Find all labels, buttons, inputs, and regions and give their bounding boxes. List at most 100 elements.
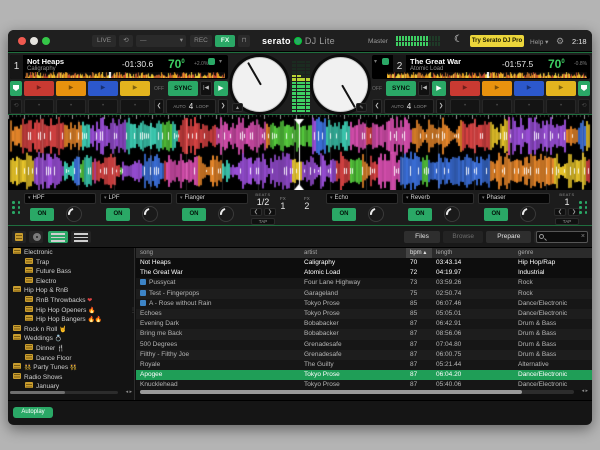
window-minimize-button[interactable] — [30, 37, 38, 45]
deck1-empty-cue-slot-1[interactable]: • — [24, 99, 54, 114]
deck1-options-caret[interactable]: ▾ — [219, 58, 222, 65]
crate-hip-hop-rnb[interactable]: Hip Hop & RnB — [8, 286, 134, 296]
table-row[interactable]: ApogeeTokyo Prose8706:04.20Dance/Electro… — [136, 370, 592, 380]
crate-dinner-[interactable]: Dinner 🍴 — [8, 344, 134, 354]
fx1-on-button-2[interactable]: ON — [106, 208, 130, 221]
deck2-track-overview[interactable] — [387, 72, 587, 78]
fx1-effect-select-1[interactable]: ▾HPF — [24, 193, 96, 204]
deck1-empty-cue-slot-4[interactable]: • — [120, 99, 150, 114]
fx2-on-button-1[interactable]: ON — [332, 208, 356, 221]
fx1-grip-icon[interactable] — [12, 201, 21, 214]
window-close-button[interactable] — [18, 37, 26, 45]
sidebar-scroll-arrows[interactable]: ◂ ▸ — [126, 389, 132, 395]
table-row[interactable]: PussycatFour Lane Highway7303:59.26Rock — [136, 278, 592, 288]
device-dropdown[interactable]: — ▾ — [136, 35, 186, 47]
column-header-song[interactable]: song — [136, 248, 300, 258]
autoplay-button[interactable]: Autoplay — [13, 407, 53, 418]
waveform-display[interactable] — [8, 115, 592, 190]
live-button[interactable]: LIVE — [92, 35, 116, 47]
deck2-keylock-badge[interactable] — [382, 58, 389, 65]
deck1-play-button[interactable]: ▶ — [214, 81, 228, 96]
deck1-hotcue-pad-2[interactable]: ▶ — [56, 81, 86, 96]
table-row[interactable]: A - Rose without RainTokyo Prose8506:07.… — [136, 299, 592, 309]
deck1-skip-to-start-button[interactable]: |◀ — [200, 81, 212, 96]
crate-electro[interactable]: Electro — [8, 277, 134, 287]
deck2-empty-cue-slot-2[interactable]: • — [482, 99, 512, 114]
link-icon[interactable]: ⟲ — [119, 35, 133, 47]
deck2-cue-back-slot[interactable]: ⟲ — [578, 99, 590, 114]
fx1-depth-knob-1[interactable] — [66, 206, 82, 222]
deck1-hotcue-pad-3[interactable]: ▶ — [88, 81, 118, 96]
deck1-loop-double-button[interactable]: ❯ — [218, 99, 228, 114]
deck2-empty-cue-slot-3[interactable]: • — [514, 99, 544, 114]
fx1-beats-down[interactable]: ❮ — [250, 208, 262, 216]
fx-panel-button[interactable]: FX — [215, 35, 235, 47]
crate-rock-n-roll-[interactable]: Rock n Roll 🤘 — [8, 325, 134, 335]
fx2-depth-knob-3[interactable] — [520, 206, 536, 222]
deck2-loop-display[interactable]: AUTO4LOOP — [384, 99, 434, 114]
search-input[interactable]: × — [536, 231, 588, 243]
fx1-effect-select-2[interactable]: ▾LPF — [100, 193, 172, 204]
deck1-loop-display[interactable]: AUTO4LOOP — [166, 99, 216, 114]
fx2-tap-button[interactable]: TAP — [555, 218, 579, 225]
panel-button-files[interactable]: Files — [404, 231, 440, 243]
fx1-depth-knob-3[interactable] — [218, 206, 234, 222]
deck2-hotcue-pad-2[interactable]: ▶ — [482, 81, 512, 96]
crate-trap[interactable]: Trap — [8, 258, 134, 268]
table-row[interactable]: Not HeapsCaligraphy7003:43.14Hip Hop/Rap — [136, 258, 592, 268]
deck2-hotcue-pad-4[interactable]: ▶ — [546, 81, 576, 96]
deck1-eject-button[interactable]: ▲ — [232, 103, 243, 112]
deck2-beatgrid-edit-button[interactable]: ✎ — [356, 103, 367, 112]
crate-weddings-[interactable]: Weddings 💍 — [8, 334, 134, 344]
deck1-cue-pad[interactable] — [10, 81, 22, 96]
deck2-loop-half-button[interactable]: ❮ — [372, 99, 382, 114]
column-header-artist[interactable]: artist — [300, 248, 406, 258]
panel-button-browse[interactable]: Browse — [443, 231, 483, 243]
deck1-empty-cue-slot-3[interactable]: • — [88, 99, 118, 114]
sidebar-hscrollbar[interactable] — [10, 391, 118, 394]
table-row[interactable]: KnuckleheadTokyo Prose8705:40.06Dance/El… — [136, 380, 592, 390]
fx1-depth-knob-2[interactable] — [142, 206, 158, 222]
table-row[interactable]: Filthy - Filthy JoeGrenadesafe8706:00.75… — [136, 350, 592, 360]
table-row[interactable]: The Great WarAtomic Load7204:19.97Indust… — [136, 268, 592, 278]
night-mode-icon[interactable]: ☾ — [454, 34, 463, 45]
help-menu[interactable]: Help ▾ — [530, 38, 548, 46]
crate-rnb-throwbacks-[interactable]: RnB Throwbacks ❤ — [8, 296, 134, 306]
deck2-cue-pad[interactable] — [578, 81, 590, 96]
try-serato-dj-pro-button[interactable]: Try Serato DJ Pro — [470, 35, 524, 47]
crate-radio-shows[interactable]: Radio Shows — [8, 373, 134, 383]
search-clear-icon[interactable]: × — [581, 233, 585, 240]
deck1-track-overview[interactable] — [25, 72, 225, 78]
table-row[interactable]: Test - FingerpopsGarageland7502:50.74Roc… — [136, 289, 592, 299]
fx2-effect-select-3[interactable]: ▾Phaser — [478, 193, 550, 204]
deck2-empty-cue-slot-4[interactable]: • — [546, 99, 576, 114]
deck1-empty-cue-slot-2[interactable]: • — [56, 99, 86, 114]
crate-electronic[interactable]: Electronic — [8, 248, 134, 258]
crate--party-tunes-[interactable]: 👯 Party Tunes 👯 — [8, 363, 134, 373]
deck2-play-button[interactable]: ▶ — [432, 81, 446, 96]
deck2-empty-cue-slot-1[interactable]: • — [450, 99, 480, 114]
deck1-loop-half-button[interactable]: ❮ — [154, 99, 164, 114]
crates-view-icon[interactable] — [12, 231, 26, 243]
deck2-hotcue-pad-1[interactable]: ▶ — [450, 81, 480, 96]
fx1-on-button-3[interactable]: ON — [182, 208, 206, 221]
fx1-tap-button[interactable]: TAP — [251, 218, 275, 225]
crate-dance-floor[interactable]: Dance Floor — [8, 354, 134, 364]
deck2-options-caret[interactable]: ▾ — [374, 58, 377, 65]
table-row[interactable]: Bring me BackBobabacker8708:56.06Drum & … — [136, 329, 592, 339]
crate-future-bass[interactable]: Future Bass — [8, 267, 134, 277]
crate-hip-hop-openers-[interactable]: Hip Hop Openers 🔥 — [8, 306, 134, 316]
detail-view-button[interactable] — [71, 231, 91, 243]
deck1-hotcue-pad-4[interactable]: ▶ — [120, 81, 150, 96]
column-header-bpm[interactable]: bpm ▴ — [406, 248, 432, 258]
fx1-on-button-1[interactable]: ON — [30, 208, 54, 221]
panel-toggle-icon[interactable]: ⊓ — [238, 35, 250, 47]
fx2-beats-down[interactable]: ❮ — [554, 208, 566, 216]
crate-hip-hop-bangers-[interactable]: Hip Hop Bangers 🔥🔥 — [8, 315, 134, 325]
deck2-hotcue-pad-3[interactable]: ▶ — [514, 81, 544, 96]
table-row[interactable]: EchoesTokyo Prose8505:05.01Dance/Electro… — [136, 309, 592, 319]
fx1-effect-select-3[interactable]: ▾Flanger — [176, 193, 248, 204]
fx2-effect-select-1[interactable]: ▾Echo — [326, 193, 398, 204]
deck1-keylock-badge[interactable] — [208, 58, 215, 65]
fx2-on-button-2[interactable]: ON — [408, 208, 432, 221]
